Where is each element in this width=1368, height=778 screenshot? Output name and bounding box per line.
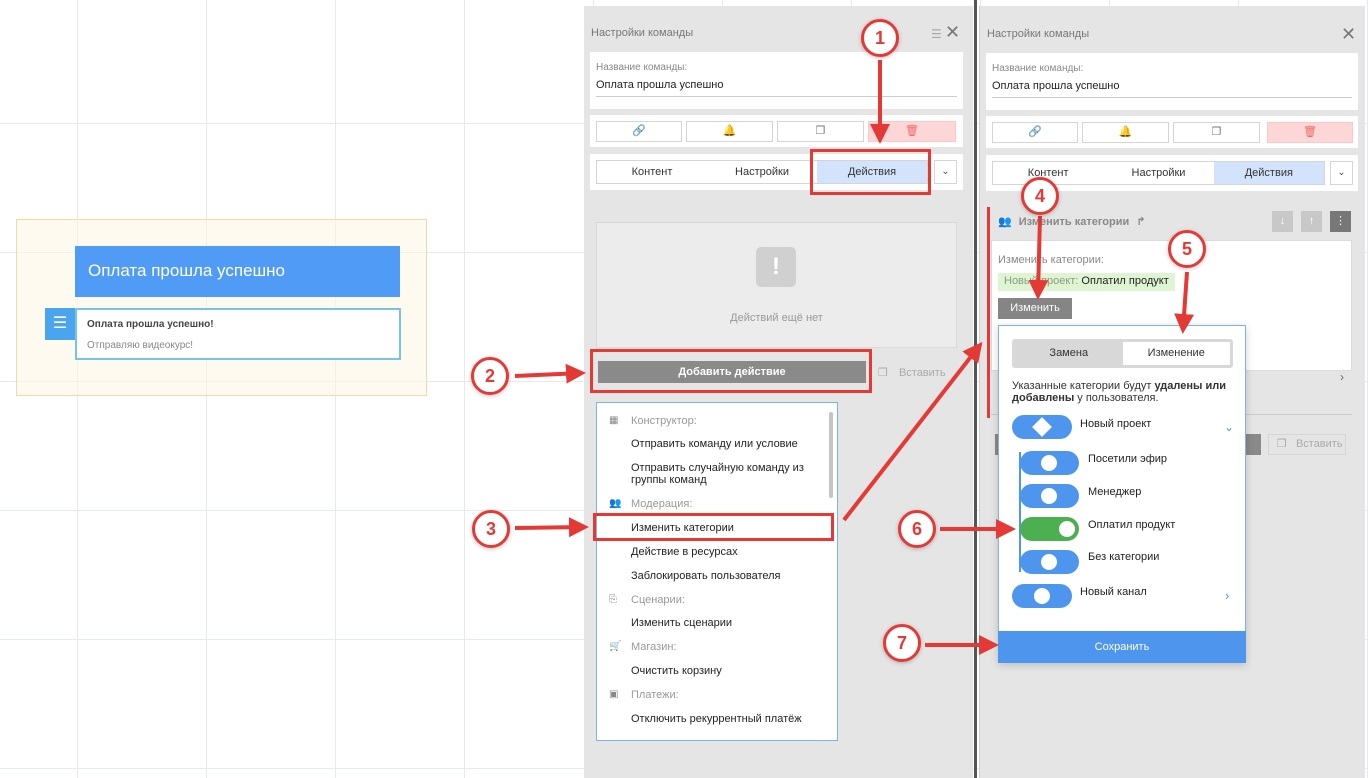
arrow-2 [514,363,586,384]
annotation-arrows [514,60,1195,655]
annotation-badge: 4 [1021,177,1059,215]
annotation-badge: 5 [1168,230,1206,268]
arrow-5 [1174,271,1195,334]
annotation-badge: 2 [471,357,509,395]
annotation-badge: 6 [898,510,936,548]
arrow-3 [514,517,589,538]
arrow-3b [842,341,983,522]
annotation-badge: 7 [883,624,921,662]
arrow-4 [1028,215,1049,300]
annotation-badge: 3 [472,510,510,548]
annotation-badge: 1 [861,19,899,57]
